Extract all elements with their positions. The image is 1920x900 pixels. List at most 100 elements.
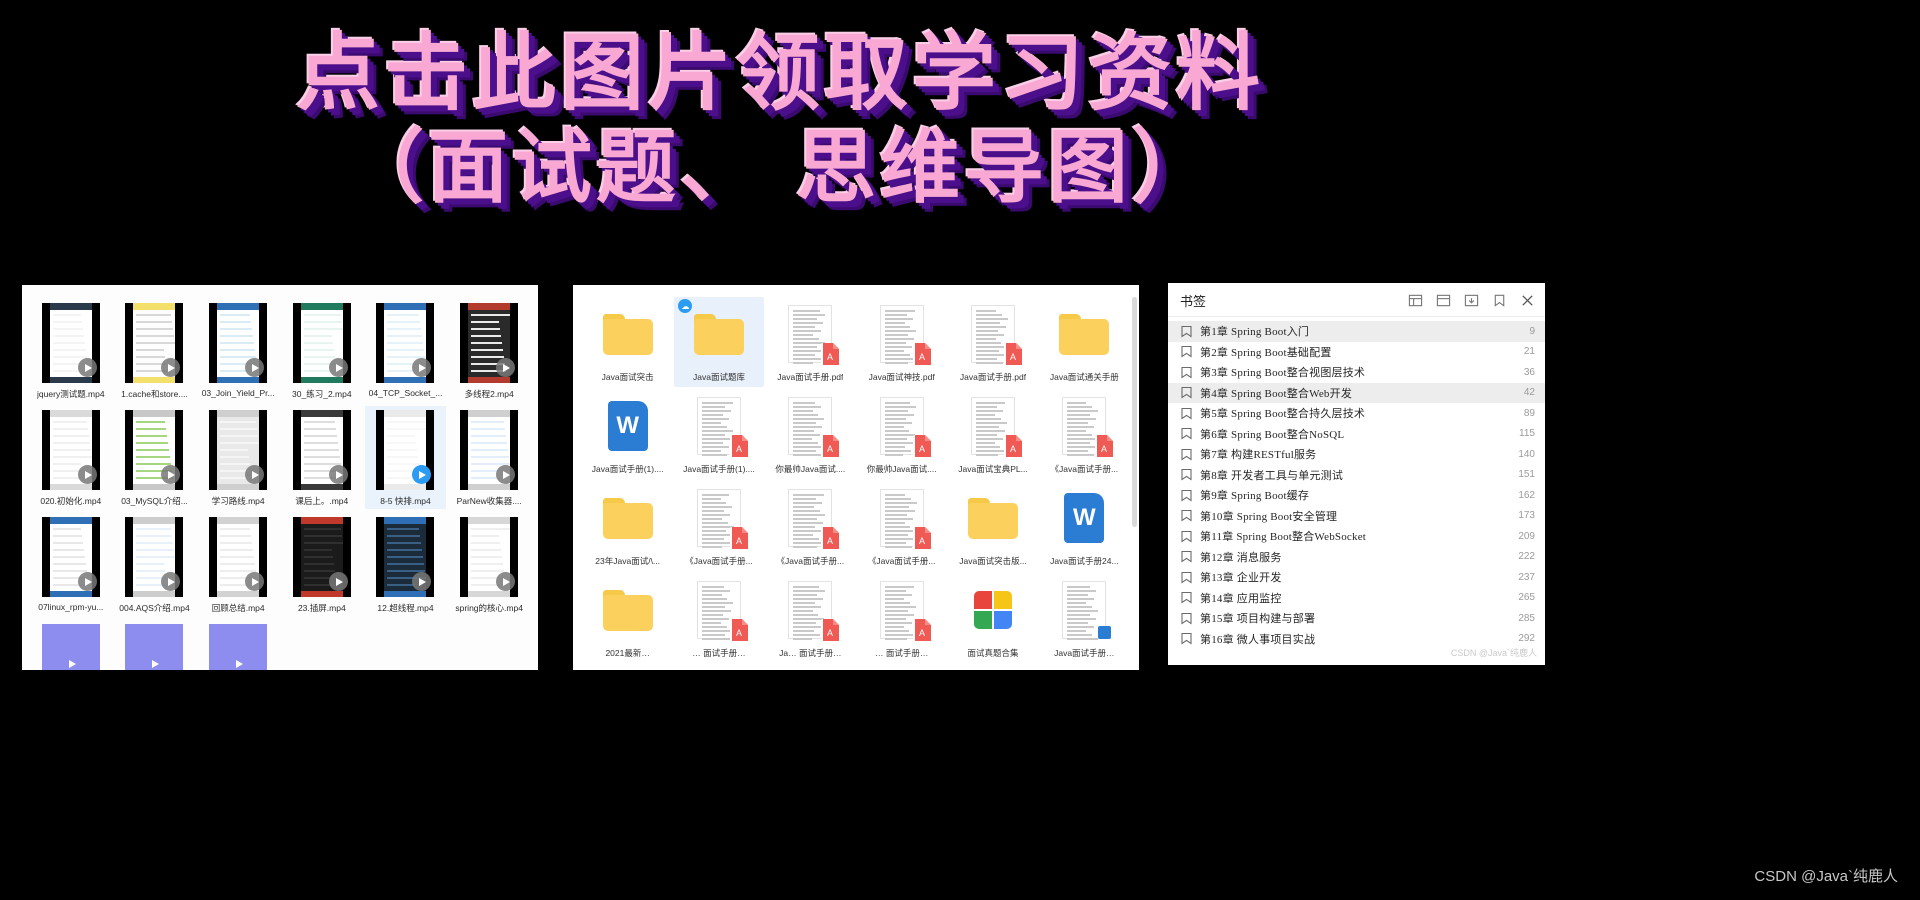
- play-icon[interactable]: [328, 358, 348, 377]
- bookmark-row[interactable]: 第8章 开发者工具与单元测试 151: [1168, 465, 1545, 486]
- file-item[interactable]: A Java面试神技.pdf: [857, 297, 946, 387]
- close-icon[interactable]: [1520, 293, 1535, 308]
- file-item[interactable]: ☁ Java面试题库: [674, 297, 764, 387]
- play-icon[interactable]: [145, 654, 164, 670]
- video-item[interactable]: 21_构造器.mp4: [197, 620, 279, 670]
- collapse-all-icon[interactable]: [1436, 293, 1451, 308]
- bookmark-row[interactable]: 第13章 企业开发 237: [1168, 567, 1545, 588]
- play-icon[interactable]: [412, 358, 432, 377]
- bookmark-row[interactable]: 第12章 消息服务 222: [1168, 547, 1545, 568]
- video-thumbnail[interactable]: [125, 303, 184, 383]
- play-icon[interactable]: [77, 465, 97, 484]
- bookmark-row[interactable]: 第4章 Spring Boot整合Web开发 42: [1168, 382, 1545, 403]
- video-item[interactable]: 学习路线.mp4: [197, 406, 279, 509]
- video-item[interactable]: 多线程2.mp4: [448, 299, 530, 402]
- video-thumbnail[interactable]: [125, 517, 184, 597]
- file-item[interactable]: A … 面试手册…: [674, 573, 763, 663]
- video-thumbnail[interactable]: [125, 624, 184, 670]
- bookmark-row[interactable]: 第7章 构建RESTful服务 140: [1168, 444, 1545, 465]
- bookmark-row[interactable]: 第10章 Spring Boot安全管理 173: [1168, 506, 1545, 527]
- file-item[interactable]: A Java面试手册.pdf: [766, 297, 855, 387]
- bookmark-row[interactable]: 第3章 Spring Boot整合视图层技术 36: [1168, 362, 1545, 383]
- video-thumbnail[interactable]: [125, 410, 184, 490]
- bookmark-add-icon[interactable]: [1492, 293, 1507, 308]
- promo-banner[interactable]: 点击此图片领取学习资料 （面试题、 思维导图）: [0, 28, 1560, 211]
- file-item[interactable]: A 《Java面试手册...: [674, 481, 763, 571]
- play-icon[interactable]: [412, 572, 432, 591]
- file-item[interactable]: A … 面试手册…: [857, 573, 946, 663]
- video-item[interactable]: ParNew收集器....: [448, 406, 530, 509]
- play-icon[interactable]: [77, 358, 97, 377]
- video-thumbnail[interactable]: [376, 517, 435, 597]
- video-item[interactable]: spring的核心.mp4: [30, 620, 112, 670]
- play-icon[interactable]: [328, 465, 348, 484]
- video-thumbnail[interactable]: [376, 303, 435, 383]
- file-item[interactable]: A Java面试手册.pdf: [948, 297, 1037, 387]
- bookmark-row[interactable]: 第2章 Spring Boot基础配置 21: [1168, 342, 1545, 363]
- video-thumbnail[interactable]: [41, 303, 100, 383]
- video-thumbnail[interactable]: [209, 517, 268, 597]
- play-icon[interactable]: [77, 572, 97, 591]
- play-icon[interactable]: [496, 465, 516, 484]
- video-thumbnail[interactable]: [209, 410, 268, 490]
- video-thumbnail[interactable]: [292, 410, 351, 490]
- file-item[interactable]: 2021最新…: [583, 573, 672, 663]
- play-icon[interactable]: [245, 572, 265, 591]
- file-item[interactable]: A Java面试宝典PL...: [948, 389, 1037, 479]
- file-item[interactable]: A 《Java面试手册...: [857, 481, 946, 571]
- video-item[interactable]: 004.AQS介绍.mp4: [114, 513, 196, 616]
- bookmark-row[interactable]: 第5章 Spring Boot整合持久层技术 89: [1168, 403, 1545, 424]
- video-item[interactable]: 回顾总结.mp4: [197, 513, 279, 616]
- file-item[interactable]: A Java面试手册(1)....: [674, 389, 763, 479]
- video-thumbnail[interactable]: [460, 303, 519, 383]
- bookmark-row[interactable]: 第14章 应用监控 265: [1168, 588, 1545, 609]
- video-item[interactable]: 课后上。.mp4: [281, 406, 363, 509]
- play-icon[interactable]: [245, 465, 265, 484]
- file-item[interactable]: A 你最帅Java面试....: [857, 389, 946, 479]
- video-thumbnail[interactable]: [209, 624, 268, 670]
- file-item[interactable]: Java面试手册…: [1040, 573, 1129, 663]
- bookmark-row[interactable]: 第11章 Spring Boot整合WebSocket 209: [1168, 526, 1545, 547]
- play-icon[interactable]: [229, 654, 248, 670]
- file-item[interactable]: Java面试突击: [583, 297, 672, 387]
- file-item[interactable]: A 你最帅Java面试....: [766, 389, 855, 479]
- play-icon[interactable]: [245, 358, 265, 377]
- file-list-scrollbar[interactable]: [1132, 297, 1137, 527]
- video-item[interactable]: spring的核心.mp4: [448, 513, 530, 616]
- video-item[interactable]: 23.插屏.mp4: [281, 513, 363, 616]
- export-icon[interactable]: [1464, 293, 1479, 308]
- bookmark-row[interactable]: 第6章 Spring Boot整合NoSQL 115: [1168, 424, 1545, 445]
- video-thumbnail[interactable]: [209, 303, 268, 383]
- file-item[interactable]: 面试真题合集: [948, 573, 1037, 663]
- video-item[interactable]: 03_MySQL介绍...: [114, 406, 196, 509]
- play-icon[interactable]: [328, 572, 348, 591]
- bookmark-row[interactable]: 第9章 Spring Boot缓存 162: [1168, 485, 1545, 506]
- file-item[interactable]: A Ja… 面试手册…: [766, 573, 855, 663]
- file-item[interactable]: W Java面试手册(1)....: [583, 389, 672, 479]
- file-item[interactable]: Java面试通关手册: [1040, 297, 1129, 387]
- video-thumbnail[interactable]: [460, 410, 519, 490]
- video-thumbnail[interactable]: [41, 517, 100, 597]
- play-icon[interactable]: [161, 358, 181, 377]
- video-thumbnail[interactable]: [292, 303, 351, 383]
- video-thumbnail[interactable]: [292, 517, 351, 597]
- play-icon[interactable]: [161, 572, 181, 591]
- video-item[interactable]: 07linux_rpm-yu...: [30, 513, 112, 616]
- video-item[interactable]: 12.超线程.mp4: [365, 513, 447, 616]
- video-item[interactable]: 1.cache和store....: [114, 299, 196, 402]
- file-item[interactable]: 23年Java面试/\...: [583, 481, 672, 571]
- video-thumbnail[interactable]: [460, 517, 519, 597]
- bookmark-row[interactable]: 第1章 Spring Boot入门 9: [1168, 321, 1545, 342]
- video-thumbnail[interactable]: [376, 410, 435, 490]
- video-item[interactable]: 8-5 快排.mp4: [364, 406, 447, 509]
- play-icon[interactable]: [161, 465, 181, 484]
- video-item[interactable]: 30_练习_2.mp4: [281, 299, 363, 402]
- play-icon[interactable]: [496, 572, 516, 591]
- video-item[interactable]: 020.初始化.mp4: [30, 406, 112, 509]
- video-item[interactable]: 04_TCP_Socket_...: [365, 299, 447, 402]
- file-item[interactable]: A 《Java面试手册...: [766, 481, 855, 571]
- file-item[interactable]: Java面试突击版...: [948, 481, 1037, 571]
- file-item[interactable]: W Java面试手册24...: [1040, 481, 1129, 571]
- video-item[interactable]: 学习路线.mp4: [114, 620, 196, 670]
- bookmark-row[interactable]: 第15章 项目构建与部署 285: [1168, 608, 1545, 629]
